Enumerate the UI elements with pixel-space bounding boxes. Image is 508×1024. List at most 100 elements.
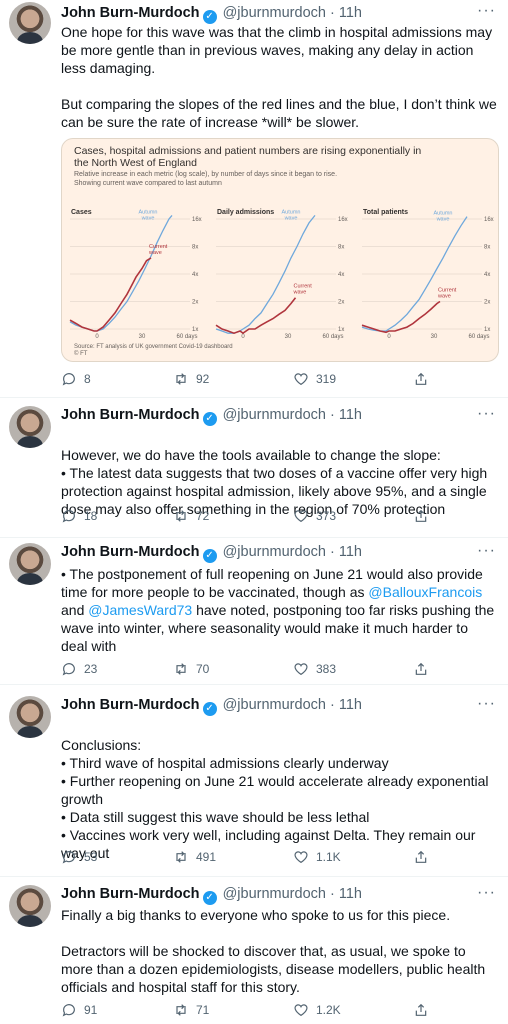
reply-icon	[62, 663, 75, 676]
verified-badge-icon: ✓	[202, 891, 217, 905]
share-icon	[415, 509, 427, 522]
author-name[interactable]: John Burn-Murdoch	[61, 697, 200, 713]
verified-badge-icon: ✓	[202, 702, 217, 716]
reply-count: 91	[84, 1003, 98, 1017]
like-button[interactable]: 373	[293, 508, 336, 524]
author-handle[interactable]: @jburnmurdoch	[223, 407, 326, 423]
panel-title: Total patients	[363, 209, 408, 216]
x-tick-label: 0	[95, 334, 99, 340]
retweet-button[interactable]: 70	[173, 661, 209, 677]
author-name[interactable]: John Burn-Murdoch	[61, 544, 200, 560]
like-button[interactable]: 319	[293, 371, 336, 387]
retweet-button[interactable]: 92	[173, 371, 209, 387]
author-handle[interactable]: @jburnmurdoch	[223, 697, 326, 713]
like-count: 383	[316, 662, 337, 676]
retweet-button[interactable]: 71	[173, 1002, 209, 1018]
autumn-wave-label: wave	[284, 215, 298, 221]
tweet-paragraph: One hope for this wave was that the clim…	[61, 24, 493, 76]
mention-link[interactable]: @JamesWard73	[88, 602, 192, 618]
tweet-3[interactable]: John Burn-Murdoch ✓ @jburnmurdoch · 11h ·…	[0, 541, 508, 681]
like-count: 373	[316, 509, 337, 523]
share-icon	[415, 372, 427, 385]
share-button[interactable]	[413, 849, 429, 865]
heart-icon	[294, 373, 308, 386]
retweet-button[interactable]: 491	[173, 849, 216, 865]
tweet-header: John Burn-Murdoch ✓ @jburnmurdoch · 11h	[61, 697, 362, 716]
heart-icon	[294, 663, 308, 676]
divider	[0, 684, 508, 685]
chart-image[interactable]: Cases, hospital admissions and patient n…	[61, 138, 499, 362]
author-handle[interactable]: @jburnmurdoch	[223, 5, 326, 21]
tweet-time[interactable]: 11h	[339, 544, 362, 560]
reply-button[interactable]: 8	[61, 371, 91, 387]
share-button[interactable]	[413, 508, 429, 524]
tweet-actions: 53 491 1.1K	[61, 849, 441, 867]
reply-button[interactable]: 18	[61, 508, 97, 524]
panel-title: Cases	[71, 209, 92, 216]
current-wave-line	[69, 257, 152, 332]
tweet-time[interactable]: 11h	[339, 407, 362, 423]
autumn-wave-line	[69, 214, 173, 332]
share-button[interactable]	[413, 661, 429, 677]
retweet-icon	[176, 373, 186, 385]
reply-button[interactable]: 91	[61, 1002, 97, 1018]
reply-button[interactable]: 53	[61, 849, 97, 865]
like-count: 1.1K	[316, 850, 341, 864]
reply-icon	[62, 851, 75, 864]
like-button[interactable]: 1.1K	[293, 849, 341, 865]
tweet-header: John Burn-Murdoch ✓ @jburnmurdoch · 11h	[61, 5, 362, 24]
avatar[interactable]	[9, 406, 51, 448]
tweet-actions: 23 70 383	[61, 661, 441, 679]
reply-count: 8	[84, 372, 91, 386]
x-tick-label: 30	[139, 334, 146, 340]
like-button[interactable]: 383	[293, 661, 336, 677]
verified-badge-icon: ✓	[202, 10, 217, 24]
y-tick-label: 16x	[484, 217, 494, 223]
retweet-button[interactable]: 72	[173, 508, 209, 524]
tweet-4[interactable]: John Burn-Murdoch ✓ @jburnmurdoch · 11h ·…	[0, 694, 508, 874]
more-options-icon[interactable]: ···	[477, 695, 496, 713]
like-button[interactable]: 1.2K	[293, 1002, 341, 1018]
x-tick-label: 60 days	[322, 334, 343, 340]
avatar[interactable]	[9, 2, 51, 44]
retweet-icon	[176, 510, 186, 522]
chart-source: Source: FT analysis of UK government Cov…	[74, 344, 233, 357]
author-name[interactable]: John Burn-Murdoch	[61, 407, 200, 423]
author-handle[interactable]: @jburnmurdoch	[223, 544, 326, 560]
reply-icon	[62, 1004, 75, 1017]
share-button[interactable]	[413, 1002, 429, 1018]
avatar[interactable]	[9, 543, 51, 585]
tweet-text: One hope for this wave was that the clim…	[61, 23, 497, 131]
avatar[interactable]	[9, 885, 51, 927]
tweet-time[interactable]: 11h	[339, 697, 362, 713]
autumn-wave-label: wave	[141, 215, 155, 221]
reply-count: 18	[84, 509, 98, 523]
share-button[interactable]	[413, 371, 429, 387]
more-options-icon[interactable]: ···	[477, 542, 496, 560]
divider	[0, 537, 508, 538]
more-options-icon[interactable]: ···	[477, 2, 496, 20]
tweet-text-segment: and	[61, 602, 89, 618]
tweet-2[interactable]: John Burn-Murdoch ✓ @jburnmurdoch · 11h ·…	[0, 404, 508, 534]
reply-button[interactable]: 23	[61, 661, 97, 677]
y-tick-label: 1x	[192, 327, 198, 333]
y-tick-label: 16x	[338, 217, 348, 223]
tweet-time[interactable]: 11h	[339, 886, 362, 902]
y-tick-label: 2x	[192, 300, 198, 306]
more-options-icon[interactable]: ···	[477, 405, 496, 423]
x-tick-label: 30	[431, 334, 438, 340]
retweet-count: 70	[196, 662, 210, 676]
avatar[interactable]	[9, 696, 51, 738]
author-handle[interactable]: @jburnmurdoch	[223, 886, 326, 902]
tweet-actions: 18 72 373	[61, 508, 441, 526]
more-options-icon[interactable]: ···	[477, 884, 496, 902]
author-name[interactable]: John Burn-Murdoch	[61, 886, 200, 902]
author-name[interactable]: John Burn-Murdoch	[61, 5, 200, 21]
tweet-5[interactable]: John Burn-Murdoch ✓ @jburnmurdoch · 11h ·…	[0, 883, 508, 1024]
tweet-time[interactable]: 11h	[339, 5, 362, 21]
mention-link[interactable]: @BallouxFrancois	[368, 584, 482, 600]
tweet-1[interactable]: John Burn-Murdoch ✓ @jburnmurdoch · 11h ·…	[0, 0, 508, 400]
retweet-count: 491	[196, 850, 217, 864]
current-wave-label: wave	[293, 290, 307, 296]
tweet-paragraph: Detractors will be shocked to discover t…	[61, 943, 486, 995]
